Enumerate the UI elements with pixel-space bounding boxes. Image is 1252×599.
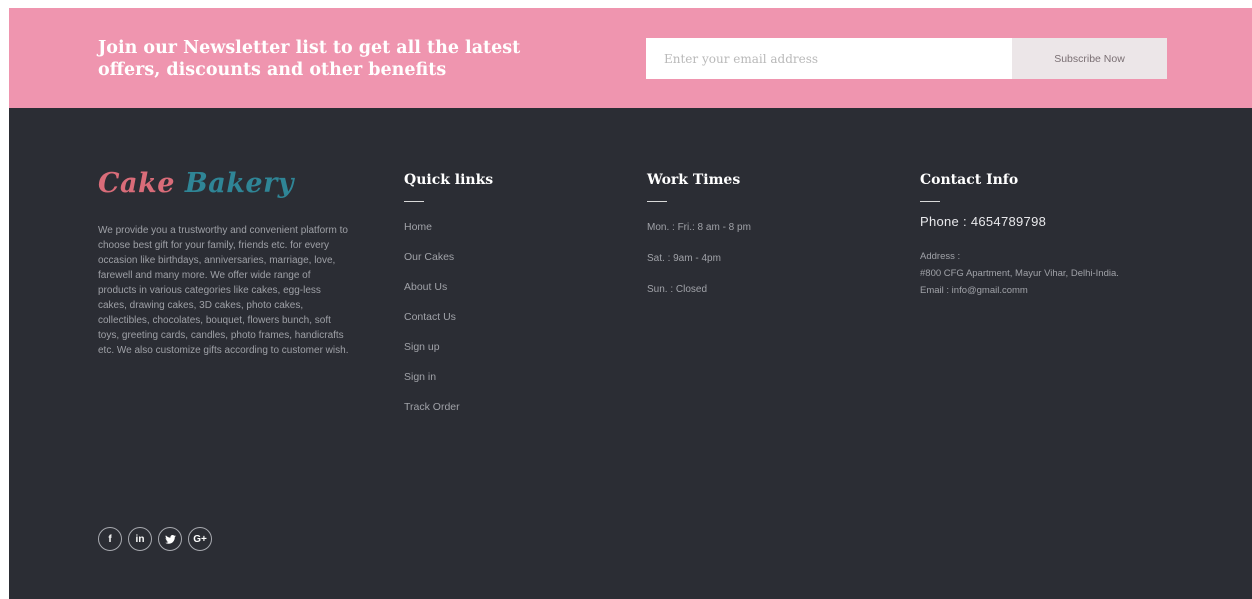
newsletter-form: Subscribe Now [646, 38, 1167, 79]
work-times-divider [647, 201, 667, 202]
site-footer: Cake Bakery We provide you a trustworthy … [9, 108, 1252, 599]
email-input[interactable] [646, 38, 1012, 79]
brand-logo[interactable]: Cake Bakery [98, 168, 294, 199]
contact-details: Address : #800 CFG Apartment, Mayur Viha… [920, 248, 1180, 299]
newsletter-band: Join our Newsletter list to get all the … [9, 8, 1252, 108]
social-links: f in G+ [98, 527, 212, 551]
subscribe-button[interactable]: Subscribe Now [1012, 38, 1167, 79]
work-time-saturday: Sat. : 9am - 4pm [647, 253, 721, 264]
work-time-weekdays: Mon. : Fri.: 8 am - 8 pm [647, 222, 751, 233]
work-times-title: Work Times [647, 172, 741, 188]
contact-email[interactable]: Email : info@gmail.comm [920, 282, 1180, 299]
link-our-cakes[interactable]: Our Cakes [404, 250, 460, 265]
link-about-us[interactable]: About Us [404, 280, 460, 295]
link-contact-us[interactable]: Contact Us [404, 310, 460, 325]
twitter-bird-glyph [164, 534, 176, 544]
logo-word-bakery: Bakery [184, 168, 294, 199]
link-track-order[interactable]: Track Order [404, 400, 460, 415]
contact-address: #800 CFG Apartment, Mayur Vihar, Delhi-I… [920, 268, 1119, 279]
quick-links-list: Home Our Cakes About Us Contact Us Sign … [404, 220, 460, 430]
twitter-icon[interactable] [158, 527, 182, 551]
facebook-icon[interactable]: f [98, 527, 122, 551]
quick-links-divider [404, 201, 424, 202]
contact-info-divider [920, 201, 940, 202]
contact-address-label: Address : [920, 251, 961, 262]
link-sign-in[interactable]: Sign in [404, 370, 460, 385]
contact-phone[interactable]: Phone : 4654789798 [920, 214, 1046, 229]
quick-links-title: Quick links [404, 172, 494, 188]
linkedin-icon[interactable]: in [128, 527, 152, 551]
link-sign-up[interactable]: Sign up [404, 340, 460, 355]
logo-word-cake: Cake [98, 168, 175, 199]
google-plus-icon[interactable]: G+ [188, 527, 212, 551]
work-times-list: Mon. : Fri.: 8 am - 8 pm Sat. : 9am - 4p… [647, 220, 751, 313]
page: Join our Newsletter list to get all the … [0, 0, 1252, 599]
link-home[interactable]: Home [404, 220, 460, 235]
brand-description: We provide you a trustworthy and conveni… [98, 225, 349, 356]
work-time-sunday: Sun. : Closed [647, 284, 708, 295]
newsletter-heading: Join our Newsletter list to get all the … [98, 38, 521, 80]
contact-info-title: Contact Info [920, 172, 1019, 188]
